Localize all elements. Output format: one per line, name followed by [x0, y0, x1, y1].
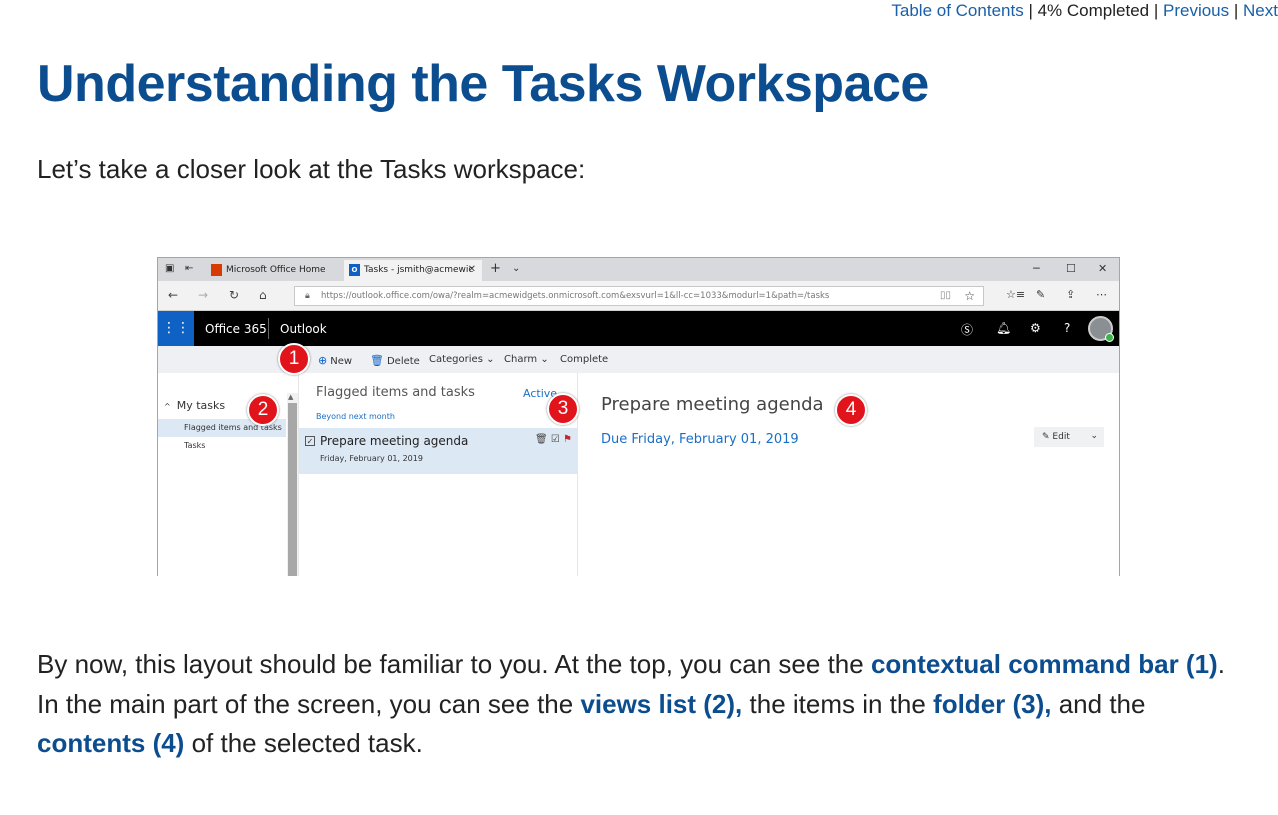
nav-separator: | — [1233, 1, 1239, 20]
term-contents: contents (4) — [37, 728, 185, 758]
top-navigation: Table of Contents | 4% Completed | Previ… — [891, 1, 1278, 21]
chevron-down-icon: ⌄ — [540, 354, 549, 365]
task-name: Prepare meeting agenda — [320, 434, 469, 448]
outlook-logo-icon: O — [349, 264, 360, 276]
tasks-workspace-screenshot: ▣ ⇤ Microsoft Office Home O Tasks - jsmi… — [157, 257, 1120, 576]
intro-text: Let’s take a closer look at the Tasks wo… — [37, 154, 586, 184]
tab-label: Microsoft Office Home — [226, 265, 326, 275]
flag-icon: ⚑ — [563, 434, 572, 445]
complete-button: Complete — [560, 354, 609, 365]
charm-button: Charm ⌄ — [504, 354, 549, 365]
chevron-up-icon: ^ — [164, 402, 171, 411]
home-icon: ⌂ — [259, 288, 267, 302]
body-paragraph: By now, this layout should be familiar t… — [37, 649, 1225, 758]
new-tab-icon: + — [490, 261, 501, 276]
favorites-list-icon: ☆≡ — [1006, 288, 1026, 301]
skype-icon: Ⓢ — [961, 323, 974, 337]
new-button: ⊕ New — [318, 354, 353, 367]
office-logo-icon — [211, 264, 222, 276]
pen-icon: ✎ — [1036, 288, 1046, 301]
header-divider — [268, 318, 269, 339]
bell-icon: 🔔︎ — [996, 321, 1012, 335]
table-of-contents-link[interactable]: Table of Contents — [891, 1, 1023, 20]
help-icon: ? — [1064, 321, 1071, 335]
term-folder: folder (3), — [933, 688, 1052, 719]
set-aside-tabs-icon: ⇤ — [185, 263, 194, 274]
progress-text: 4% Completed — [1037, 1, 1150, 20]
check-box-icon: ☑ — [550, 434, 560, 445]
callout-2: 2 — [247, 394, 279, 426]
url-field: 🔒︎ https://outlook.office.com/owa/?realm… — [294, 286, 984, 306]
task-date: Friday, February 01, 2019 — [320, 454, 423, 463]
term-command-bar: contextual command bar (1) — [870, 649, 1218, 679]
tab-manager-icon: ▣ — [165, 263, 175, 274]
url-text: https://outlook.office.com/owa/?realm=ac… — [321, 291, 830, 301]
delete-button: 🗑︎ Delete — [370, 354, 420, 367]
task-list-pane: Flagged items and tasks Active ⌄ Beyond … — [298, 373, 578, 576]
brand-label: Office 365 — [205, 322, 267, 336]
app-label: Outlook — [280, 322, 327, 336]
browser-tab-bar: ▣ ⇤ Microsoft Office Home O Tasks - jsmi… — [158, 258, 1119, 281]
chevron-down-icon: ⌄ — [1090, 431, 1098, 441]
page-title: Understanding the Tasks Workspace — [37, 55, 929, 113]
browser-address-bar: ← → ↻ ⌂ 🔒︎ https://outlook.office.com/ow… — [158, 281, 1119, 311]
chevron-down-icon: ⌄ — [486, 354, 495, 365]
nav-separator: | — [1153, 1, 1159, 20]
due-date: Due Friday, February 01, 2019 — [601, 432, 799, 447]
scroll-thumb — [288, 403, 297, 576]
more-icon: ⋯ — [1096, 288, 1107, 301]
minimize-icon: ─ — [1033, 262, 1040, 275]
browser-tab-office-home: Microsoft Office Home — [206, 260, 342, 281]
trash-icon: 🗑︎ — [370, 354, 384, 367]
refresh-icon: ↻ — [229, 288, 240, 302]
lock-icon: 🔒︎ — [305, 291, 310, 301]
checkbox-icon: ✓ — [305, 436, 315, 446]
nav-separator: | — [1028, 1, 1033, 20]
presence-icon — [1105, 333, 1114, 342]
views-scrollbar: ▲ — [287, 393, 298, 576]
callout-3: 3 — [547, 393, 579, 425]
my-tasks-header: ^ My tasks — [164, 399, 226, 412]
callout-4: 4 — [835, 394, 867, 426]
callout-1: 1 — [278, 343, 310, 375]
reading-view-icon: ▯▯ — [939, 290, 951, 301]
app-launcher-icon: ⋮⋮ — [158, 311, 194, 346]
maximize-icon: ☐ — [1066, 262, 1076, 275]
trash-icon: 🗑︎ — [534, 434, 548, 445]
view-item-tasks: Tasks — [184, 441, 206, 450]
group-header: Beyond next month — [316, 412, 395, 421]
gear-icon: ⚙ — [1030, 321, 1041, 335]
back-icon: ← — [168, 288, 179, 302]
list-item: ✓ Prepare meeting agenda Friday, Februar… — [299, 428, 578, 474]
favorite-star-icon: ☆ — [964, 289, 975, 303]
browser-tab-tasks: O Tasks - jsmith@acmewiс ✕ — [344, 260, 482, 281]
close-window-icon: ✕ — [1098, 262, 1108, 275]
pencil-icon: ✎ — [1042, 432, 1050, 442]
avatar — [1088, 316, 1114, 342]
term-views-list: views list (2), — [580, 688, 743, 719]
task-actions: 🗑︎ ☑ ⚑ — [535, 434, 572, 445]
categories-button: Categories ⌄ — [429, 354, 495, 365]
close-tab-icon: ✕ — [467, 264, 476, 275]
share-icon: ⇪ — [1066, 288, 1076, 301]
scroll-up-icon: ▲ — [288, 393, 294, 401]
chevron-down-icon: ⌄ — [512, 263, 521, 274]
tab-label: Tasks - jsmith@acmewiс — [364, 265, 474, 275]
edit-button: ✎ Edit ⌄ — [1034, 427, 1104, 447]
office365-header: ⋮⋮ Office 365 Outlook Ⓢ 🔔︎ ⚙ ? — [158, 311, 1119, 346]
forward-icon: → — [198, 288, 209, 302]
next-link[interactable]: Next — [1243, 1, 1278, 20]
task-title: Prepare meeting agenda — [601, 394, 824, 415]
folder-header: Flagged items and tasks — [316, 385, 475, 400]
plus-circle-icon: ⊕ — [318, 354, 328, 367]
previous-link[interactable]: Previous — [1163, 1, 1229, 20]
